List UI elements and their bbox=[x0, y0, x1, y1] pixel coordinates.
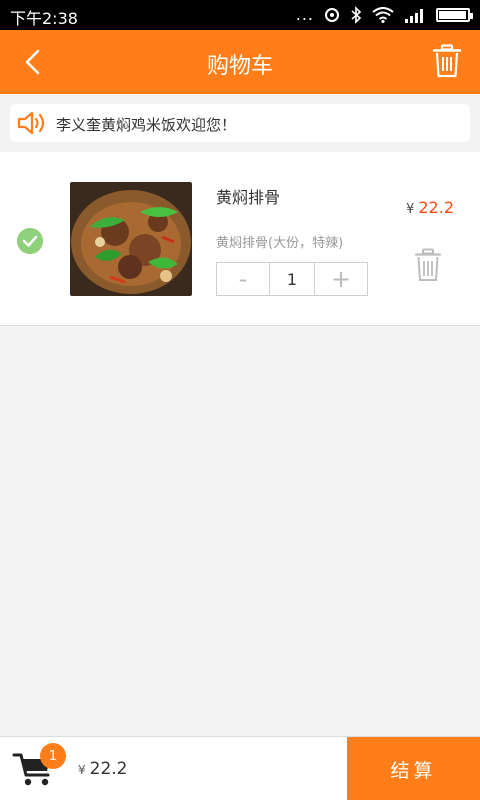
header-bar: 购物车 bbox=[0, 30, 480, 94]
delete-item-icon[interactable] bbox=[414, 248, 442, 282]
item-name: 黄焖排骨 bbox=[216, 188, 281, 207]
signal-icon bbox=[405, 9, 423, 23]
status-icons: ... bbox=[295, 5, 473, 24]
quantity-stepper: - 1 + bbox=[216, 262, 368, 296]
status-bar: 下午2:38 ... bbox=[0, 0, 480, 30]
battery-icon bbox=[436, 8, 473, 22]
notice-text: 李义奎黄焖鸡米饭欢迎您！ bbox=[56, 116, 237, 134]
speaker-icon bbox=[17, 111, 45, 135]
total-value: 22.2 bbox=[89, 759, 128, 779]
notice-bar: 李义奎黄焖鸡米饭欢迎您！ bbox=[10, 104, 470, 142]
quantity-value[interactable]: 1 bbox=[269, 263, 315, 295]
sync-icon bbox=[325, 8, 339, 22]
status-time: 下午2:38 bbox=[10, 9, 78, 28]
price-value: 22.2 bbox=[418, 198, 454, 217]
bottom-bar: 1 ¥22.2 结算 bbox=[0, 736, 480, 800]
increase-button[interactable]: + bbox=[315, 263, 367, 295]
more-dots: ... bbox=[295, 5, 314, 24]
food-image[interactable] bbox=[70, 182, 192, 296]
page-title: 购物车 bbox=[206, 54, 273, 79]
total-currency: ¥ bbox=[78, 763, 86, 777]
item-spec: 黄焖排骨(大份，特辣) bbox=[216, 236, 344, 251]
price-currency: ¥ bbox=[406, 202, 415, 217]
wifi-icon bbox=[372, 7, 394, 23]
total-price: ¥22.2 bbox=[78, 759, 128, 779]
decrease-button[interactable]: - bbox=[217, 263, 269, 295]
trash-icon[interactable] bbox=[432, 44, 462, 78]
cart-count-badge: 1 bbox=[40, 743, 66, 769]
bluetooth-icon bbox=[351, 6, 362, 24]
cart-item: 黄焖排骨 黄焖排骨(大份，特辣) ¥22.2 - 1 + bbox=[0, 152, 480, 326]
item-price: ¥22.2 bbox=[406, 198, 454, 217]
check-icon[interactable] bbox=[17, 228, 43, 254]
checkout-button[interactable]: 结算 bbox=[347, 737, 480, 800]
